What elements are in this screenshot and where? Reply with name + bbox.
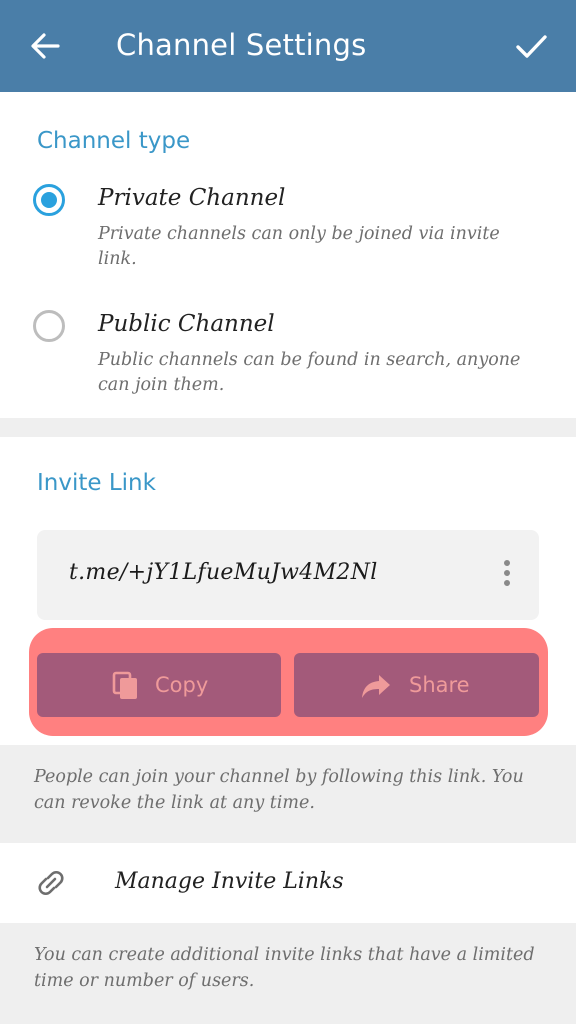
public-channel-option[interactable]: Public Channel Public channels can be fo… [0, 304, 576, 404]
public-channel-radio[interactable] [33, 310, 65, 342]
private-channel-description: Private channels can only be joined via … [98, 224, 500, 269]
channel-type-section: Channel type Private Channel Private cha… [0, 92, 576, 418]
invite-link-text: t.me/+jY1LfueMuJw4M2Nl [69, 560, 378, 585]
invite-link-header: Invite Link [37, 470, 156, 496]
share-icon [362, 675, 390, 698]
private-channel-option[interactable]: Private Channel Private channels can onl… [0, 178, 576, 278]
manage-invite-links-info: You can create additional invite links t… [34, 945, 535, 991]
invite-link-field[interactable]: t.me/+jY1LfueMuJw4M2Nl [37, 530, 539, 620]
share-button[interactable]: Share [294, 653, 539, 717]
copy-label: Copy [155, 673, 209, 697]
copy-icon [112, 671, 137, 699]
manage-invite-links-label: Manage Invite Links [115, 869, 344, 894]
channel-type-header: Channel type [37, 128, 191, 154]
private-channel-radio[interactable] [33, 184, 65, 216]
share-label: Share [409, 673, 470, 697]
app-bar: Channel Settings [0, 0, 576, 92]
page-title: Channel Settings [116, 28, 367, 62]
action-buttons-highlight: Copy Share [29, 628, 548, 736]
public-channel-title: Public Channel [98, 311, 275, 337]
public-channel-description: Public channels can be found in search, … [98, 350, 521, 395]
link-icon [33, 865, 69, 901]
manage-invite-links-row[interactable]: Manage Invite Links [0, 843, 576, 923]
invite-link-info: People can join your channel by followin… [34, 767, 524, 813]
invite-link-section: Invite Link t.me/+jY1LfueMuJw4M2Nl Copy … [0, 437, 576, 745]
private-channel-title: Private Channel [98, 185, 286, 211]
check-icon[interactable] [512, 28, 550, 64]
back-arrow-icon[interactable] [28, 28, 62, 64]
more-options-icon[interactable] [499, 558, 515, 590]
copy-button[interactable]: Copy [37, 653, 281, 717]
